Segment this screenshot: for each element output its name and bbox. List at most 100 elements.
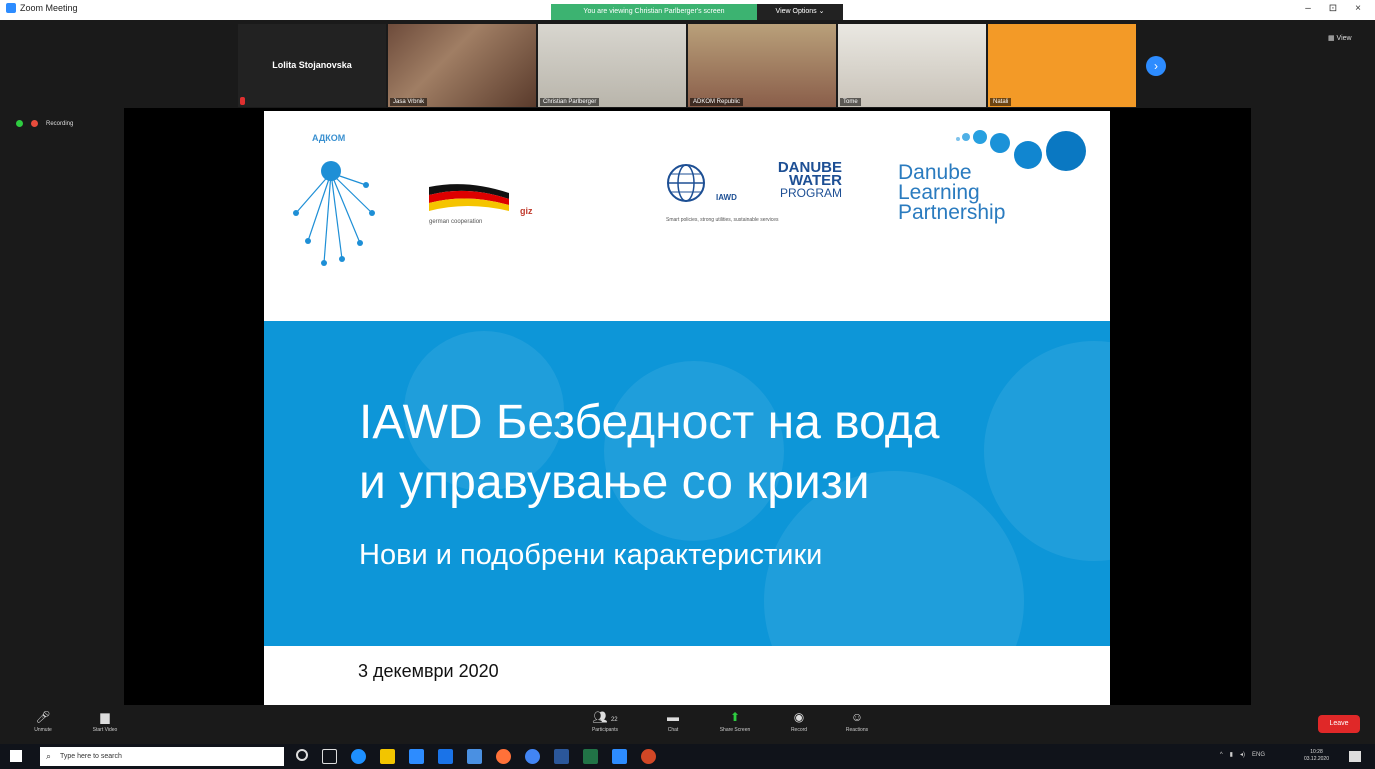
globe-icon [667,164,705,202]
taskbar-apps [296,749,656,764]
record-button[interactable]: ◉ Record [774,710,824,733]
participants-count: 22 [610,717,618,723]
participant-name: ADKOM Republic [690,98,744,106]
recording-label: Recording [46,120,74,127]
participants-button[interactable]: 👥︎ 22 Participants [580,710,630,733]
reactions-icon: ☺ [850,710,864,724]
maximize-button[interactable]: ⊡ [1329,3,1337,14]
presentation-slide: АДКОМ german cooperation giz DANUBE WATE… [264,111,1110,705]
word-icon[interactable] [554,749,569,764]
recording-icon [31,120,38,127]
search-placeholder: Type here to search [60,753,122,760]
slide-title-line: IAWD Безбедност на вода [359,396,940,449]
dlp-line: Partnership [898,201,1006,224]
windows-taskbar: ⌕ Type here to search ^ ▮ ◂) ENG 10:28 0… [0,744,1375,769]
record-icon: ◉ [793,710,805,724]
participants-icon: 👥︎ 22 [592,710,618,724]
chat-icon: ▬ [667,710,679,724]
system-tray: ^ ▮ ◂) ENG [1220,751,1265,759]
iawd-label: IAWD [716,193,737,202]
german-cooperation-text: german cooperation [429,219,482,225]
danube-water-program-logo: DANUBE WATER PROGRAM IAWD Smart policies… [666,160,842,223]
meeting-toolbar: 🎤︎ Unmute ▆ Start Video 👥︎ 22 Participan… [0,708,1375,744]
giz-logo: giz [520,206,533,216]
participant-tile[interactable]: Tome [838,24,986,107]
security-status-icon [16,120,23,127]
taskbar-clock[interactable]: 10:28 03.12.2020 [1304,749,1329,763]
window-title: Zoom Meeting [20,3,78,13]
participant-strip: Lolita Stojanovska Jasa Vrbnik Christian… [238,24,1138,107]
participant-tile[interactable]: ADKOM Republic [688,24,836,107]
unmute-button[interactable]: 🎤︎ Unmute [18,710,68,733]
recording-indicator: Recording [16,120,73,127]
calendar-icon[interactable] [467,749,482,764]
participant-tile[interactable]: Lolita Stojanovska [238,24,386,107]
chevron-up-icon[interactable]: ^ [1220,752,1223,758]
chrome-icon[interactable] [525,749,540,764]
language-indicator[interactable]: ENG [1252,752,1265,758]
zoom-taskbar-icon[interactable] [612,749,627,764]
file-explorer-icon[interactable] [380,749,395,764]
reactions-button[interactable]: ☺ Reactions [832,710,882,733]
dwp-tagline: Smart policies, strong utilities, sustai… [666,217,779,223]
muted-mic-icon: 🎤︎ [35,710,51,724]
firefox-icon[interactable] [496,749,511,764]
view-button[interactable]: ▦ View [1328,34,1352,42]
clock-time: 10:28 [1310,749,1323,755]
leave-button[interactable]: Leave [1318,715,1360,733]
chat-button[interactable]: ▬ Chat [648,710,698,733]
edge-icon[interactable] [351,749,366,764]
reactions-label: Reactions [845,727,869,733]
network-icon[interactable]: ▮ [1230,751,1233,758]
windows-start-icon[interactable] [10,750,22,762]
slide-date: 3 декември 2020 [358,661,499,681]
participant-tile[interactable]: Natali [988,24,1136,107]
notification-icon[interactable] [1349,751,1361,762]
participant-tile[interactable]: Jasa Vrbnik [388,24,536,107]
unmute-label: Unmute [34,727,52,733]
record-label: Record [790,727,808,733]
adkom-logo-icon [293,161,375,266]
slide-title-line: и управување со кризи [359,456,870,509]
german-flag-logo-icon: german cooperation [429,184,509,225]
next-page-button[interactable]: › [1146,56,1166,76]
participant-name: Lolita Stojanovska [272,60,352,70]
app-title: Zoom Meeting [6,3,78,13]
participant-name: Christian Parlberger [540,98,600,106]
share-screen-icon: ⬆ [729,710,741,724]
participant-name: Jasa Vrbnik [390,98,428,106]
dlp-line: Danube [898,161,972,184]
volume-icon[interactable]: ◂) [1240,751,1245,758]
slide-subtitle: Нови и подобрени карактеристики [359,539,823,571]
adkom-label: АДКОМ [312,133,346,143]
share-screen-label: Share Screen [719,727,751,733]
taskbar-search-box[interactable]: ⌕ Type here to search [40,747,284,766]
participants-label: Participants [591,727,619,733]
close-button[interactable]: × [1355,3,1361,14]
cortana-icon[interactable] [296,749,308,761]
chat-label: Chat [667,727,679,733]
search-icon: ⌕ [46,751,52,761]
muted-mic-icon [240,97,245,105]
powerpoint-icon[interactable] [641,749,656,764]
participant-name: Natali [990,98,1012,106]
video-off-icon: ▆ [100,710,110,724]
window-controls: – ⊡ × [1305,3,1361,14]
start-video-button[interactable]: ▆ Start Video [80,710,130,733]
danube-learning-partnership-logo: Danube Learning Partnership [898,161,1006,224]
dlp-line: Learning [898,181,980,204]
view-options-button[interactable]: View Options ⌄ [757,4,843,20]
participant-name: Tome [840,98,861,106]
excel-icon[interactable] [583,749,598,764]
screen-share-banner: You are viewing Christian Parlberger's s… [551,4,757,20]
minimize-button[interactable]: – [1305,3,1311,14]
zoom-logo-icon [6,3,16,13]
task-view-icon[interactable] [322,749,337,764]
start-video-label: Start Video [92,727,118,733]
participant-tile[interactable]: Christian Parlberger [538,24,686,107]
store-icon[interactable] [409,749,424,764]
mail-icon[interactable] [438,749,453,764]
share-screen-button[interactable]: ⬆ Share Screen [710,710,760,733]
title-bar: Zoom Meeting You are viewing Christian P… [0,0,1375,20]
slide-title: IAWD Безбедност на вода и управување со … [359,393,939,513]
